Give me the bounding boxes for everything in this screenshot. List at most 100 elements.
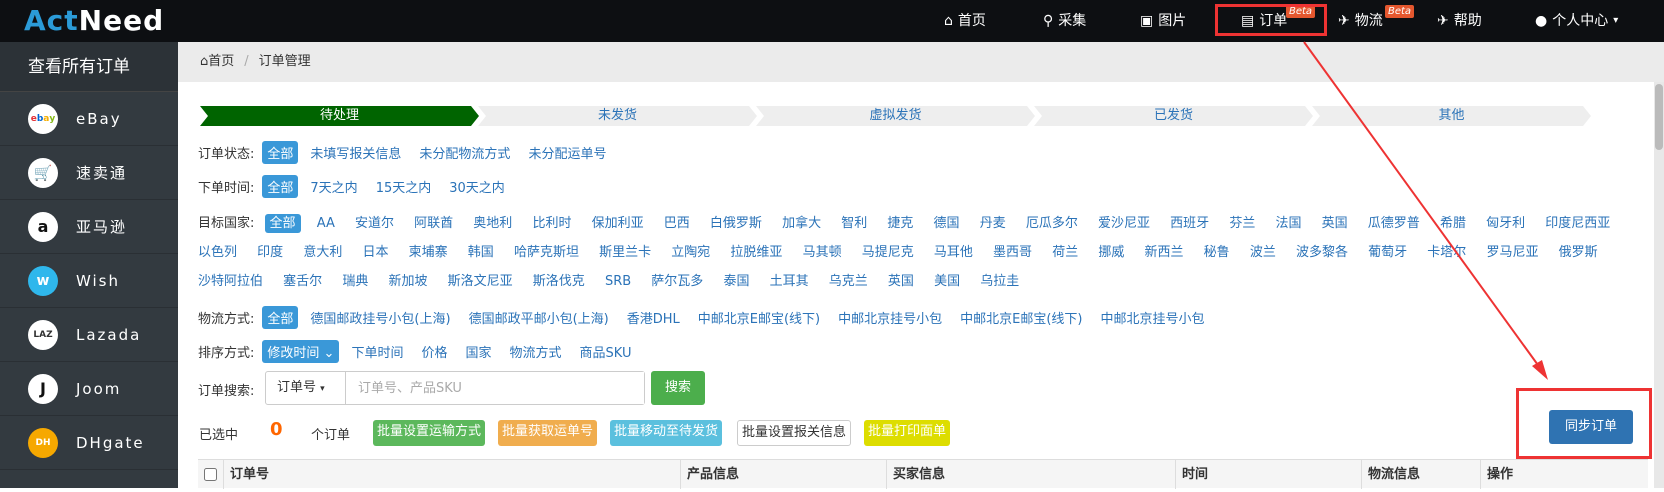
step-other[interactable]: 其他 <box>1312 106 1591 126</box>
sidebar-item-amazon[interactable]: a 亚马逊 <box>0 200 178 254</box>
filter-option-country[interactable]: 意大利 <box>303 245 342 260</box>
filter-option-country[interactable]: 马耳他 <box>934 245 973 260</box>
nav-home[interactable]: ⌂ 首页 <box>944 0 986 42</box>
filter-option-country[interactable]: 新加坡 <box>388 274 427 289</box>
step-unshipped[interactable]: 未发货 <box>478 106 757 126</box>
filter-option-country[interactable]: 泰国 <box>723 274 749 289</box>
filter-option-country[interactable]: 法国 <box>1275 216 1301 231</box>
filter-option-country[interactable]: 萨尔瓦多 <box>651 274 703 289</box>
filter-option-country[interactable]: 斯洛伐克 <box>533 274 585 289</box>
filter-option-country[interactable]: 印度 <box>257 245 283 260</box>
filter-option-active[interactable]: 全部 <box>262 306 299 329</box>
sort-option[interactable]: 国家 <box>465 342 491 361</box>
filter-option[interactable]: 未分配运单号 <box>528 143 606 162</box>
filter-option-country[interactable]: SRB <box>605 274 631 289</box>
search-input[interactable] <box>346 372 644 404</box>
filter-option-country[interactable]: 柬埔寨 <box>409 245 448 260</box>
filter-option[interactable]: 未分配物流方式 <box>419 143 510 162</box>
sort-option-active[interactable]: 修改时间 ⌄ <box>262 340 340 363</box>
filter-option-country[interactable]: 丹麦 <box>980 216 1006 231</box>
bulk-set-shipping-button[interactable]: 批量设置运输方式 <box>373 420 486 446</box>
filter-option-country[interactable]: 塞舌尔 <box>283 274 322 289</box>
sidebar-title[interactable]: 查看所有订单 <box>0 42 178 92</box>
step-pending[interactable]: 待处理 <box>200 106 479 126</box>
filter-option-country[interactable]: 罗马尼亚 <box>1486 245 1538 260</box>
bulk-print-label-button[interactable]: 批量打印面单 <box>864 420 951 446</box>
filter-option-country[interactable]: 希腊 <box>1440 216 1466 231</box>
filter-option-country[interactable]: 斯里兰卡 <box>599 245 651 260</box>
filter-option-country[interactable]: 马其顿 <box>803 245 842 260</box>
filter-option-country[interactable]: 芬兰 <box>1229 216 1255 231</box>
filter-option[interactable]: 香港DHL <box>627 308 680 327</box>
filter-option-active[interactable]: 全部 <box>262 175 299 198</box>
search-button[interactable]: 搜索 <box>651 371 705 405</box>
filter-option-country[interactable]: 保加利亚 <box>592 216 644 231</box>
filter-option-country[interactable]: 土耳其 <box>770 274 809 289</box>
filter-option-country[interactable]: 乌克兰 <box>829 274 868 289</box>
filter-option-country[interactable]: 波兰 <box>1250 245 1276 260</box>
filter-option-country[interactable]: 捷克 <box>887 216 913 231</box>
sidebar-item-ebay[interactable]: ebay eBay <box>0 92 178 146</box>
filter-option[interactable]: 德国邮政挂号小包(上海) <box>310 308 450 327</box>
filter-option[interactable]: 中邮北京E邮宝(线下) <box>698 308 820 327</box>
filter-option-country[interactable]: 波多黎各 <box>1296 245 1348 260</box>
filter-option[interactable]: 中邮北京E邮宝(线下) <box>960 308 1082 327</box>
filter-option-country[interactable]: 立陶宛 <box>671 245 710 260</box>
filter-option[interactable]: 德国邮政平邮小包(上海) <box>469 308 609 327</box>
brand-logo[interactable]: ActNeed <box>24 4 164 37</box>
filter-option-country[interactable]: 日本 <box>362 245 388 260</box>
filter-option-country[interactable]: 马提尼克 <box>862 245 914 260</box>
filter-option-country[interactable]: 英国 <box>888 274 914 289</box>
filter-option-country[interactable]: 瓜德罗普 <box>1368 216 1420 231</box>
filter-option-country[interactable]: 拉脱维亚 <box>730 245 782 260</box>
filter-option-active[interactable]: 全部 <box>264 214 301 233</box>
filter-option-country[interactable]: 比利时 <box>532 216 571 231</box>
filter-option-country[interactable]: 斯洛文尼亚 <box>448 274 513 289</box>
bulk-get-tracking-button[interactable]: 批量获取运单号 <box>498 420 598 446</box>
filter-option-country[interactable]: 韩国 <box>468 245 494 260</box>
nav-images[interactable]: ▣ 图片 <box>1140 0 1186 42</box>
page-scrollbar[interactable] <box>1654 82 1664 488</box>
filter-option-country[interactable]: 奥地利 <box>473 216 512 231</box>
sort-option[interactable]: 下单时间 <box>351 342 403 361</box>
sidebar-item-wish[interactable]: w Wish <box>0 254 178 308</box>
filter-option[interactable]: 30天之内 <box>449 177 505 196</box>
step-virtual-shipped[interactable]: 虚拟发货 <box>756 106 1035 126</box>
filter-option-country[interactable]: 美国 <box>934 274 960 289</box>
sort-option[interactable]: 物流方式 <box>510 342 562 361</box>
filter-option[interactable]: 未填写报关信息 <box>310 143 401 162</box>
nav-collect[interactable]: ⚲ 采集 <box>1043 0 1086 42</box>
breadcrumb-home[interactable]: 首页 <box>208 54 234 69</box>
filter-option-active[interactable]: 全部 <box>262 141 299 164</box>
filter-option-country[interactable]: 荷兰 <box>1052 245 1078 260</box>
filter-option-country[interactable]: 挪威 <box>1098 245 1124 260</box>
filter-option-country[interactable]: 秘鲁 <box>1204 245 1230 260</box>
filter-option-country[interactable]: 印度尼西亚 <box>1545 216 1610 231</box>
filter-option-country[interactable]: 乌拉圭 <box>980 274 1019 289</box>
select-all-checkbox[interactable] <box>198 460 224 489</box>
filter-option[interactable]: 15天之内 <box>376 177 432 196</box>
filter-option-country[interactable]: 英国 <box>1322 216 1348 231</box>
filter-option-country[interactable]: 西班牙 <box>1170 216 1209 231</box>
filter-option-country[interactable]: 卡塔尔 <box>1427 245 1466 260</box>
filter-option-country[interactable]: 以色列 <box>198 245 237 260</box>
filter-option-country[interactable]: 巴西 <box>664 216 690 231</box>
sort-option[interactable]: 价格 <box>421 342 447 361</box>
scrollbar-thumb[interactable] <box>1655 84 1663 150</box>
filter-option-country[interactable]: 俄罗斯 <box>1559 245 1598 260</box>
search-field-select[interactable]: 订单号 ▾ <box>266 372 346 404</box>
bulk-customs-info-button[interactable]: 批量设置报关信息 <box>737 420 852 446</box>
sort-option[interactable]: 商品SKU <box>580 342 632 361</box>
nav-user-center[interactable]: ● 个人中心 ▾ <box>1535 0 1618 42</box>
sidebar-item-dhgate[interactable]: DH DHgate <box>0 416 178 470</box>
filter-option-country[interactable]: 安道尔 <box>355 216 394 231</box>
filter-option-country[interactable]: 爱沙尼亚 <box>1098 216 1150 231</box>
filter-option-country[interactable]: 墨西哥 <box>993 245 1032 260</box>
nav-help[interactable]: ✈ 帮助 <box>1437 0 1482 42</box>
filter-option-country[interactable]: 智利 <box>841 216 867 231</box>
filter-option-country[interactable]: 葡萄牙 <box>1368 245 1407 260</box>
sidebar-item-aliexpress[interactable]: 🛒 速卖通 <box>0 146 178 200</box>
filter-option-country[interactable]: 厄瓜多尔 <box>1026 216 1078 231</box>
filter-option-country[interactable]: 沙特阿拉伯 <box>198 274 263 289</box>
step-shipped[interactable]: 已发货 <box>1034 106 1313 126</box>
